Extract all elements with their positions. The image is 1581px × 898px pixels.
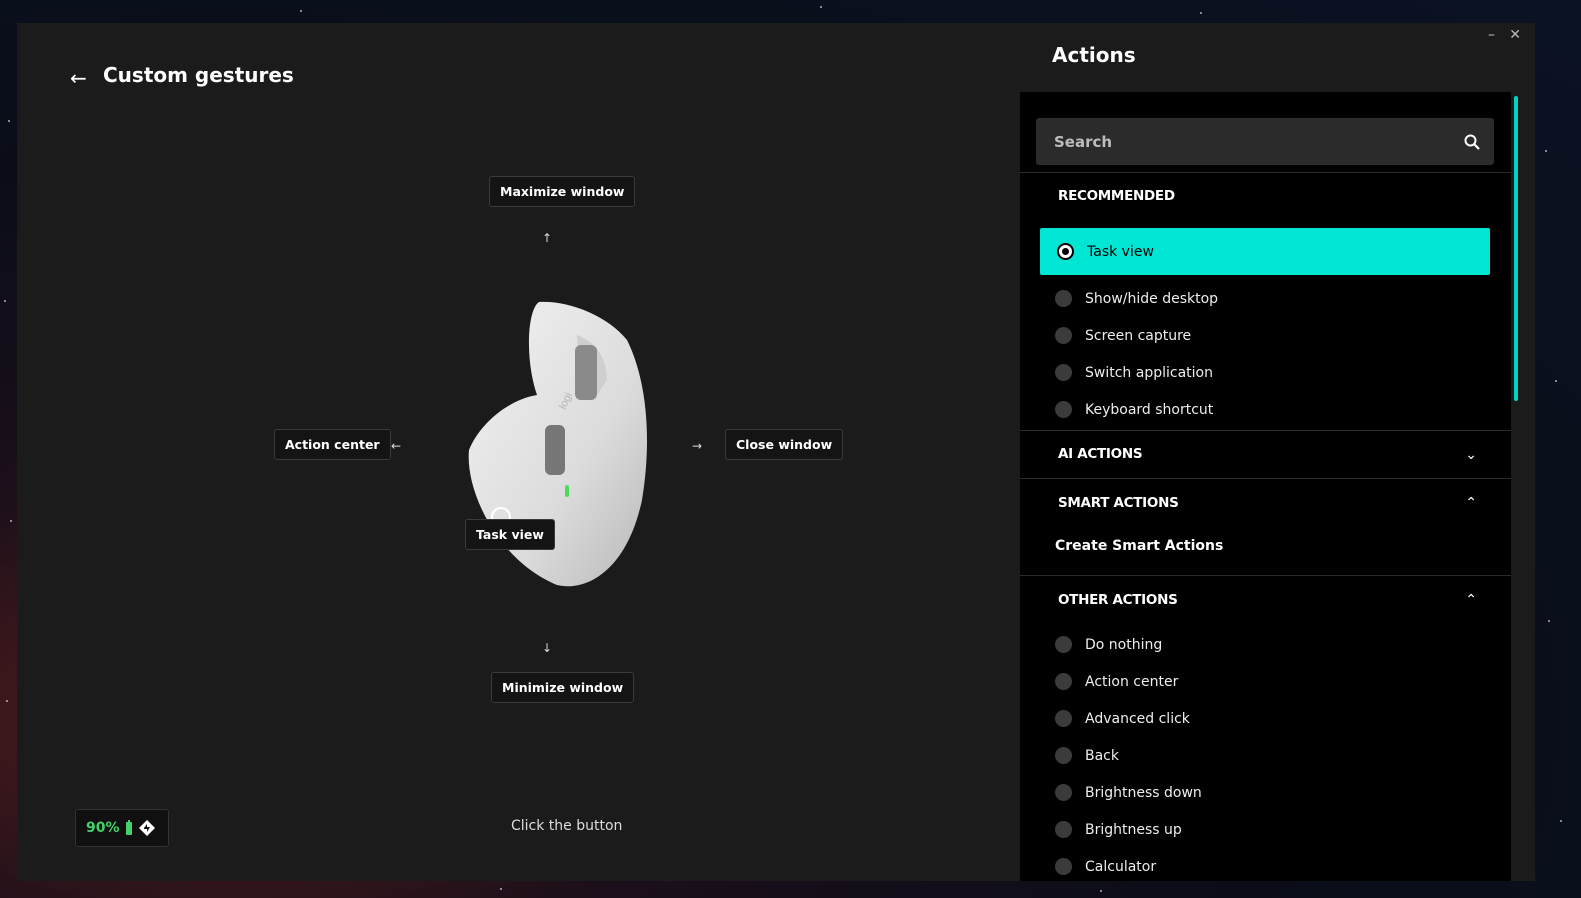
- create-smart-actions-link[interactable]: Create Smart Actions: [1055, 538, 1223, 554]
- action-label: Action center: [1085, 673, 1179, 690]
- action-label: Brightness down: [1085, 784, 1202, 801]
- battery-badge: 90%: [75, 809, 169, 847]
- action-label: Switch application: [1085, 364, 1213, 381]
- action-task-view[interactable]: Task view: [1040, 228, 1490, 275]
- arrow-up-icon: ↑: [542, 231, 553, 245]
- radio[interactable]: [1055, 327, 1072, 344]
- battery-icon: [125, 819, 132, 835]
- radio[interactable]: [1055, 821, 1072, 838]
- action-label: Back: [1085, 747, 1119, 764]
- page-title: Custom gestures: [103, 63, 294, 87]
- divider: [1020, 478, 1511, 479]
- section-ai-actions[interactable]: AI ACTIONS: [1058, 446, 1143, 462]
- action-brightness-down[interactable]: Brightness down: [1055, 784, 1202, 801]
- search-input[interactable]: [1052, 131, 1436, 152]
- chevron-up-icon[interactable]: ⌃: [1465, 495, 1477, 511]
- action-action-center[interactable]: Action center: [1055, 673, 1178, 690]
- action-label: Task view: [1087, 243, 1154, 260]
- search-icon[interactable]: [1464, 134, 1480, 150]
- action-brightness-up[interactable]: Brightness up: [1055, 821, 1182, 838]
- arrow-left-small-icon: ←: [391, 439, 402, 453]
- actions-scrollbar[interactable]: [1514, 96, 1518, 401]
- radio[interactable]: [1055, 784, 1072, 801]
- action-screen-capture[interactable]: Screen capture: [1055, 327, 1191, 344]
- minimize-button[interactable]: –: [1488, 27, 1495, 43]
- section-recommended: RECOMMENDED: [1058, 188, 1175, 204]
- chevron-up-icon[interactable]: ⌃: [1465, 592, 1477, 608]
- battery-percent: 90%: [86, 820, 120, 836]
- hint-text: Click the button: [511, 818, 623, 834]
- logi-flow-icon: [138, 820, 155, 836]
- divider: [1020, 172, 1511, 173]
- divider: [1020, 430, 1511, 431]
- action-do-nothing[interactable]: Do nothing: [1055, 636, 1162, 653]
- section-other-actions[interactable]: OTHER ACTIONS: [1058, 592, 1178, 608]
- radio[interactable]: [1055, 364, 1072, 381]
- arrow-right-small-icon: →: [692, 439, 703, 453]
- radio[interactable]: [1055, 673, 1072, 690]
- section-smart-actions[interactable]: SMART ACTIONS: [1058, 495, 1179, 511]
- radio[interactable]: [1055, 290, 1072, 307]
- action-label: Keyboard shortcut: [1085, 401, 1214, 418]
- action-advanced-click[interactable]: Advanced click: [1055, 710, 1190, 727]
- action-calculator[interactable]: Calculator: [1055, 858, 1156, 875]
- divider: [1020, 575, 1511, 576]
- actions-title: Actions: [1052, 43, 1136, 67]
- radio[interactable]: [1055, 747, 1072, 764]
- action-back[interactable]: Back: [1055, 747, 1119, 764]
- gesture-right-label[interactable]: Close window: [725, 429, 844, 460]
- gesture-center-label[interactable]: Task view: [465, 519, 555, 550]
- gesture-left-label[interactable]: Action center: [274, 429, 391, 460]
- app-window: – ✕ ← Custom gestures Maximize window ↑ …: [17, 23, 1535, 881]
- action-label: Do nothing: [1085, 636, 1163, 653]
- action-label: Screen capture: [1085, 327, 1192, 344]
- chevron-down-icon[interactable]: ⌄: [1465, 447, 1477, 463]
- gesture-down-label[interactable]: Minimize window: [491, 672, 635, 703]
- action-label: Show/hide desktop: [1085, 290, 1219, 307]
- arrow-down-icon: ↓: [542, 641, 553, 655]
- action-show-hide-desktop[interactable]: Show/hide desktop: [1055, 290, 1218, 307]
- actions-panel: RECOMMENDED Task view Show/hide desktop …: [1020, 92, 1511, 881]
- radio[interactable]: [1055, 401, 1072, 418]
- close-button[interactable]: ✕: [1509, 27, 1521, 43]
- action-label: Brightness up: [1085, 821, 1182, 838]
- action-label: Calculator: [1085, 858, 1157, 875]
- search-box[interactable]: [1036, 118, 1494, 165]
- radio[interactable]: [1055, 858, 1072, 875]
- radio[interactable]: [1055, 636, 1072, 653]
- action-switch-application[interactable]: Switch application: [1055, 364, 1213, 381]
- gesture-up-label[interactable]: Maximize window: [489, 176, 636, 207]
- radio-selected[interactable]: [1057, 243, 1074, 260]
- action-keyboard-shortcut[interactable]: Keyboard shortcut: [1055, 401, 1213, 418]
- radio[interactable]: [1055, 710, 1072, 727]
- arrow-left-icon[interactable]: ←: [70, 66, 87, 90]
- action-label: Advanced click: [1085, 710, 1190, 727]
